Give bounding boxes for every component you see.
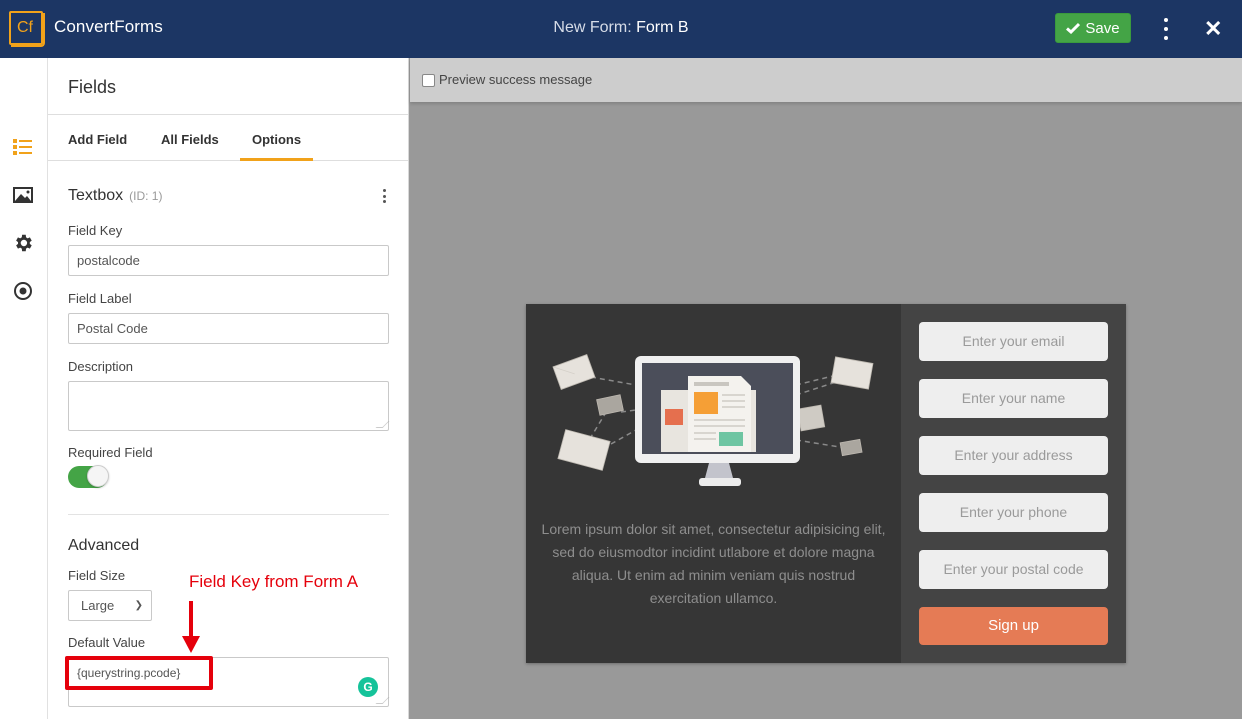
preview-success-label[interactable]: Preview success message bbox=[439, 72, 592, 87]
sign-up-button[interactable]: Sign up bbox=[919, 607, 1108, 645]
phone-field[interactable]: Enter your phone bbox=[919, 493, 1108, 532]
email-field[interactable]: Enter your email bbox=[919, 322, 1108, 361]
address-field[interactable]: Enter your address bbox=[919, 436, 1108, 475]
fields-list-icon[interactable] bbox=[12, 136, 34, 158]
field-label-input[interactable]: Postal Code bbox=[68, 313, 389, 344]
grammarly-icon[interactable]: G bbox=[358, 677, 378, 697]
field-id: (ID: 1) bbox=[129, 189, 163, 203]
icon-rail bbox=[0, 58, 48, 719]
field-options-icon[interactable] bbox=[381, 189, 387, 203]
divider bbox=[68, 514, 389, 515]
annotation-arrowhead bbox=[182, 636, 200, 653]
preview-toolbar: Preview success message bbox=[410, 58, 1242, 102]
postal-code-field[interactable]: Enter your postal code bbox=[919, 550, 1108, 589]
advanced-heading: Advanced bbox=[68, 537, 140, 554]
annotation-text: Field Key from Form A bbox=[189, 572, 359, 591]
gear-icon[interactable] bbox=[12, 232, 34, 254]
chevron-down-icon: ❯ bbox=[134, 600, 143, 611]
field-type: Textbox bbox=[68, 187, 124, 204]
annotation-highlight-box bbox=[65, 656, 213, 690]
form-title-prefix: New Form: bbox=[553, 19, 632, 36]
name-field[interactable]: Enter your name bbox=[919, 379, 1108, 418]
save-button[interactable]: Save bbox=[1055, 13, 1131, 43]
fields-panel: Fields Add Field All Fields Options Text… bbox=[48, 58, 409, 719]
field-size-value: Large bbox=[81, 598, 115, 613]
top-bar: Cf ConvertForms New Form: Form B Save ✕ bbox=[0, 0, 1242, 58]
required-field-toggle[interactable] bbox=[68, 465, 109, 488]
field-label-label: Field Label bbox=[68, 291, 132, 306]
save-label: Save bbox=[1085, 19, 1120, 37]
target-icon[interactable] bbox=[12, 280, 34, 302]
required-field-label: Required Field bbox=[68, 445, 153, 460]
form-right-panel: Enter your email Enter your name Enter y… bbox=[901, 304, 1126, 663]
tab-all-fields[interactable]: All Fields bbox=[161, 132, 219, 147]
field-key-input[interactable]: postalcode bbox=[68, 245, 389, 276]
form-description: Lorem ipsum dolor sit amet, consectetur … bbox=[541, 521, 886, 606]
more-options-icon[interactable] bbox=[1158, 18, 1174, 40]
panel-title: Fields bbox=[68, 77, 117, 97]
field-size-select[interactable]: Large ❯ bbox=[68, 590, 152, 621]
field-key-label: Field Key bbox=[68, 223, 123, 238]
preview-success-checkbox[interactable] bbox=[422, 74, 435, 87]
newsletter-illustration bbox=[552, 354, 874, 486]
form-preview: Lorem ipsum dolor sit amet, consectetur … bbox=[526, 304, 1126, 663]
form-left-panel: Lorem ipsum dolor sit amet, consectetur … bbox=[526, 304, 901, 663]
annotation-arrow bbox=[189, 601, 193, 639]
description-textarea[interactable] bbox=[68, 381, 390, 431]
checkmark-icon bbox=[1066, 22, 1081, 34]
description-label: Description bbox=[68, 359, 134, 374]
field-type-heading: Textbox (ID: 1) bbox=[68, 187, 162, 205]
default-value-label: Default Value bbox=[68, 635, 146, 650]
tab-add-field[interactable]: Add Field bbox=[68, 132, 127, 147]
tab-options[interactable]: Options bbox=[239, 132, 314, 161]
close-icon[interactable]: ✕ bbox=[1204, 16, 1222, 41]
panel-tabs: Add Field All Fields Options bbox=[48, 115, 408, 161]
field-size-label: Field Size bbox=[68, 568, 126, 583]
image-icon[interactable] bbox=[12, 184, 34, 206]
form-title-name: Form B bbox=[636, 19, 689, 36]
